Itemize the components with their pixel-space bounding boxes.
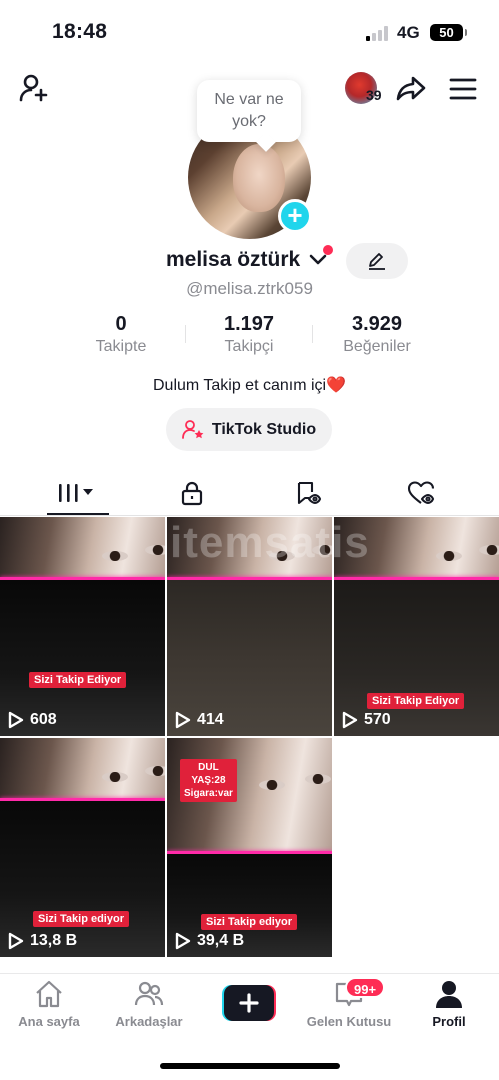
profile-name[interactable]: melisa öztürk: [166, 248, 300, 272]
view-count: 570: [364, 711, 391, 728]
video-tag: Sizi Takip Ediyor: [367, 693, 465, 709]
stat-label: Takipte: [95, 338, 147, 355]
play-icon: [175, 711, 191, 729]
add-photo-button[interactable]: +: [278, 199, 312, 233]
video-tag: Sizi Takip ediyor: [33, 911, 129, 927]
bio-text: Dulum Takip et canım içi: [152, 377, 327, 394]
view-count: 13,8 B: [30, 932, 78, 949]
notification-dot: [323, 245, 333, 255]
share-icon[interactable]: [394, 72, 428, 106]
video-views: 414: [175, 711, 224, 729]
stat-following[interactable]: 0 Takipte: [56, 313, 186, 356]
chevron-down-icon[interactable]: [309, 253, 327, 267]
liked-icon: [407, 481, 435, 505]
tab-reposts[interactable]: [246, 470, 370, 516]
friends-icon: [134, 981, 164, 1006]
nav-label: Ana sayfa: [18, 1014, 80, 1029]
inbox-badge: 99+: [345, 977, 386, 998]
play-icon: [8, 711, 24, 729]
video-views: 13,8 B: [8, 932, 77, 950]
tiktok-studio-button[interactable]: TikTok Studio: [166, 408, 332, 451]
tab-private[interactable]: [130, 470, 254, 516]
video-views: 608: [8, 711, 57, 729]
tab-divider: [0, 515, 499, 516]
studio-label: TikTok Studio: [211, 420, 317, 438]
add-friend-icon[interactable]: [18, 72, 52, 106]
nav-label: Arkadaşlar: [115, 1014, 183, 1029]
notification-count: 39: [366, 87, 382, 103]
repost-icon: [297, 481, 322, 505]
nav-label: Profil: [432, 1014, 466, 1029]
stat-value: 1.197: [223, 313, 275, 335]
play-icon: [8, 932, 24, 950]
signal-icon: [366, 25, 392, 41]
home-indicator: [160, 1063, 340, 1069]
video-tile[interactable]: Sizi Takip ediyor 13,8 B: [0, 738, 165, 957]
network-type: 4G: [397, 23, 420, 42]
create-icon: [222, 985, 276, 1021]
stat-followers[interactable]: 1.197 Takipçi: [184, 313, 314, 356]
bottom-nav-divider: [0, 973, 499, 974]
play-icon: [175, 932, 191, 950]
nav-label: Gelen Kutusu: [306, 1014, 392, 1029]
video-tile[interactable]: Sizi Takip Ediyor 608: [0, 517, 165, 736]
status-bubble[interactable]: Ne var ne yok?: [197, 80, 301, 142]
stat-value: 3.929: [351, 313, 403, 335]
note-line: DUL: [198, 762, 219, 773]
view-count: 608: [30, 711, 57, 728]
note-line: Sigara:var: [184, 788, 233, 799]
play-icon: [342, 711, 358, 729]
battery-indicator: 50: [430, 24, 467, 41]
grid-icon: [59, 484, 93, 502]
stat-likes[interactable]: 3.929 Beğeniler: [312, 313, 442, 356]
nav-home[interactable]: Ana sayfa: [4, 978, 94, 1029]
nav-friends[interactable]: Arkadaşlar: [104, 978, 194, 1029]
nav-profile[interactable]: Profil: [404, 978, 494, 1029]
tab-videos[interactable]: [16, 470, 140, 516]
video-note: DUL YAŞ:28 Sigara:var: [180, 759, 237, 802]
stat-label: Beğeniler: [343, 338, 411, 355]
video-views: 39,4 B: [175, 932, 244, 950]
view-count: 39,4 B: [197, 932, 245, 949]
edit-profile-button[interactable]: [346, 243, 408, 279]
watermark: itemsatis: [170, 518, 370, 567]
status-time: 18:48: [52, 20, 108, 43]
video-tile[interactable]: DUL YAŞ:28 Sigara:var Sizi Takip ediyor …: [167, 738, 332, 957]
stat-value: 0: [115, 313, 127, 335]
lock-icon: [181, 481, 203, 506]
tab-liked[interactable]: [360, 470, 484, 516]
profile-bio: Dulum Takip et canım içi❤️: [0, 375, 499, 395]
profile-icon: [436, 981, 462, 1008]
note-line: YAŞ:28: [191, 775, 226, 786]
profile-handle: @melisa.ztrk059: [186, 279, 313, 298]
video-views: 570: [342, 711, 391, 729]
create-button[interactable]: [221, 985, 277, 1021]
video-tag: Sizi Takip ediyor: [201, 914, 297, 930]
studio-icon: [181, 419, 204, 439]
menu-icon[interactable]: [446, 72, 480, 106]
home-icon: [36, 980, 62, 1008]
heart-emoji: ❤️: [326, 377, 347, 394]
stat-label: Takipçi: [224, 338, 274, 355]
video-tag: Sizi Takip Ediyor: [29, 672, 127, 688]
view-count: 414: [197, 711, 224, 728]
